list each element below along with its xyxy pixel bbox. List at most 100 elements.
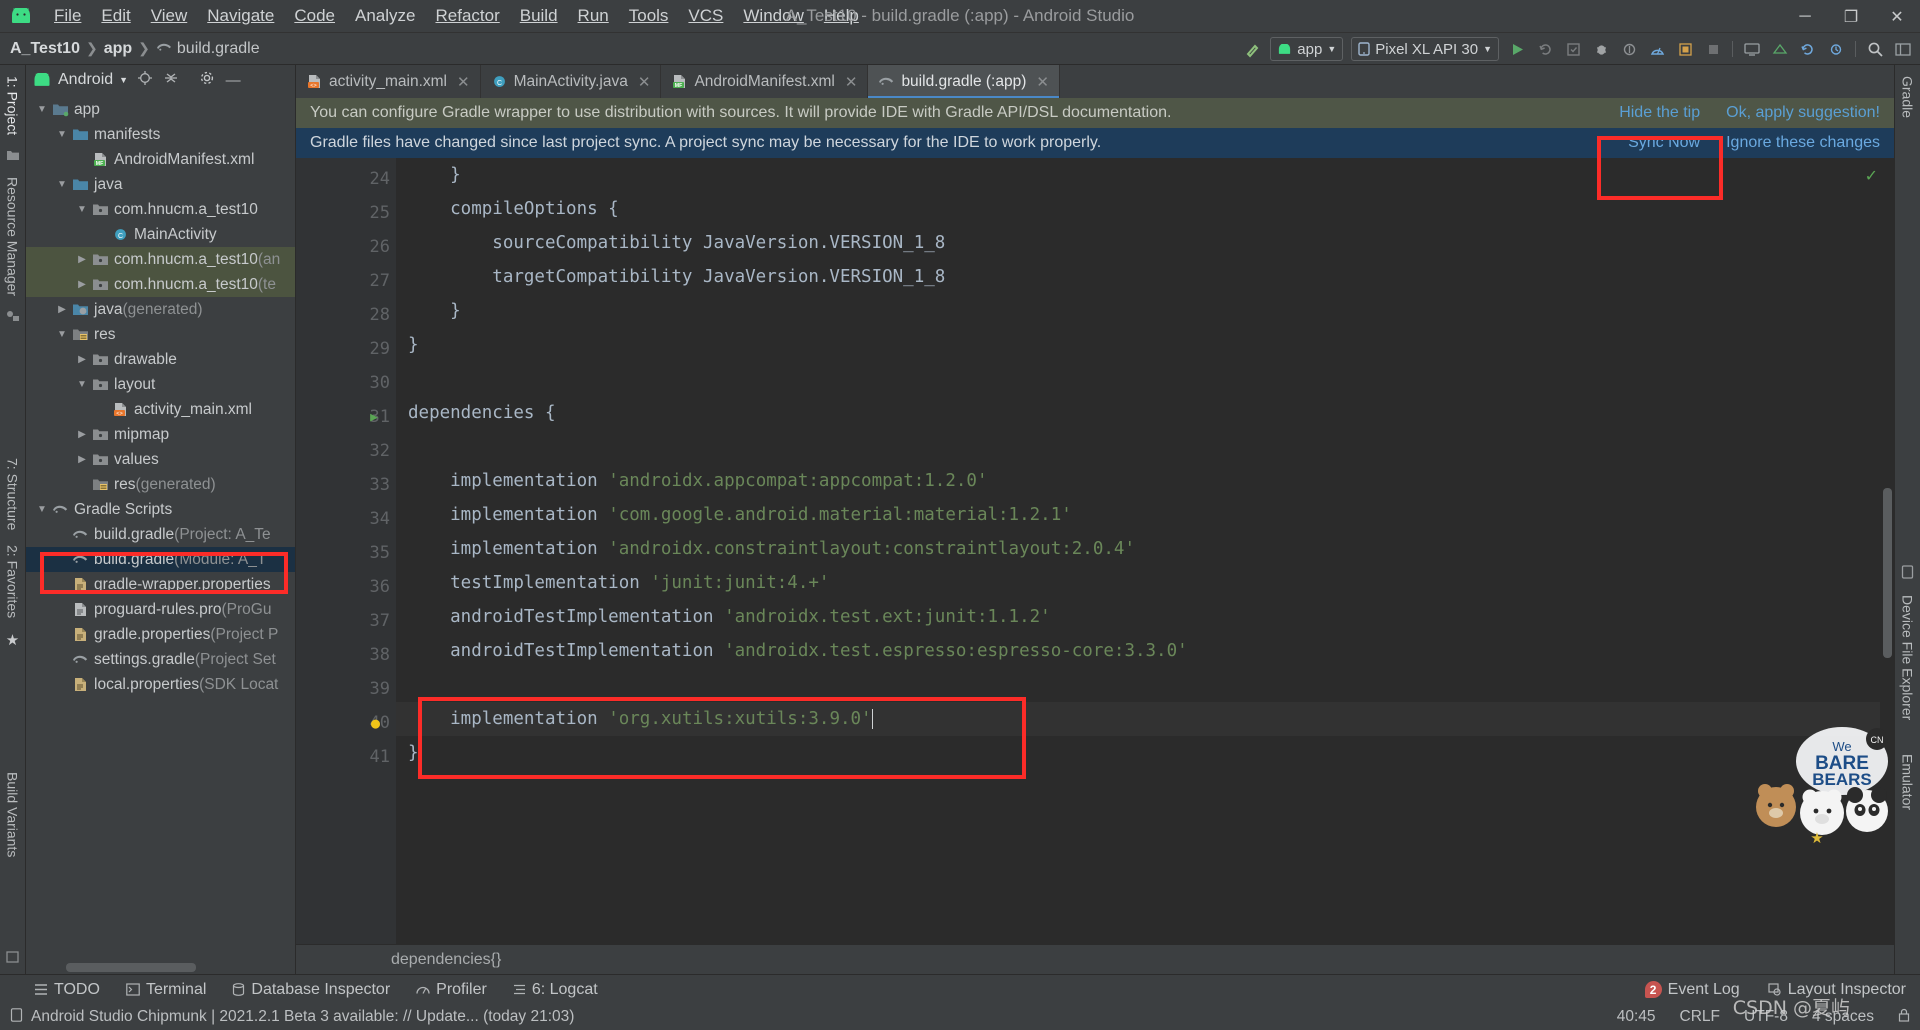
chevron-down-icon[interactable]: ▼ [74,379,90,390]
breadcrumb-project[interactable]: A_Test10 [10,40,80,58]
code-line[interactable]: compileOptions { [396,192,1880,226]
chevron-down-icon[interactable]: ▼ [74,204,90,215]
code-line[interactable]: } [396,158,1880,192]
menu-item-window[interactable]: Window [733,3,813,29]
tree-row-com-hnucm-a-test10[interactable]: ▶ com.hnucm.a_test10 (an [26,247,295,272]
close-tab-icon[interactable]: ✕ [845,73,858,91]
tree-row-app[interactable]: ▼ app [26,97,295,122]
editor-tab-androidmanifest-xml[interactable]: MF AndroidManifest.xml ✕ [661,65,869,98]
chevron-right-icon[interactable]: ▶ [74,254,90,265]
code-line[interactable] [396,668,1880,702]
collapse-all-icon[interactable] [162,70,180,90]
gradle-sync-alt-icon[interactable] [1823,36,1849,62]
code-line[interactable]: implementation 'androidx.constraintlayou… [396,532,1880,566]
close-tab-icon[interactable]: ✕ [457,73,470,91]
sync-gradle-icon[interactable] [1795,36,1821,62]
menu-item-vcs[interactable]: VCS [678,3,733,29]
code-line[interactable]: } [396,328,1880,362]
ignore-changes-link[interactable]: Ignore these changes [1726,134,1880,152]
sidebar-tab-favorites[interactable]: 2: Favorites [2,538,24,625]
sidebar-tab-resource-manager[interactable]: Resource Manager [2,170,24,303]
tree-row-settings-gradle[interactable]: settings.gradle (Project Set [26,647,295,672]
tree-row-drawable[interactable]: ▶ drawable [26,347,295,372]
debug-icon[interactable] [1588,36,1614,62]
menu-item-code[interactable]: Code [284,3,345,29]
avd-manager-icon[interactable] [1739,36,1765,62]
status-message[interactable]: Android Studio Chipmunk | 2021.2.1 Beta … [31,1008,574,1026]
build-variants-icon[interactable] [6,950,19,966]
build-hammer-icon[interactable] [1239,36,1265,62]
chevron-down-icon[interactable]: ▼ [54,179,70,190]
tree-row-values[interactable]: ▶ values [26,447,295,472]
editor-tab-build-gradle-app-[interactable]: build.gradle (:app) ✕ [868,65,1060,98]
locate-file-icon[interactable] [136,70,154,90]
code-line[interactable] [396,362,1880,396]
menu-item-analyze[interactable]: Analyze [345,3,425,29]
breadcrumb-file[interactable]: build.gradle [156,40,260,58]
toolwindow-logcat[interactable]: 6: Logcat [513,981,598,999]
code-line[interactable]: androidTestImplementation 'androidx.test… [396,600,1880,634]
toolwindow-terminal[interactable]: Terminal [126,981,206,999]
tree-row-local-properties[interactable]: local.properties (SDK Locat [26,672,295,697]
code-line[interactable]: androidTestImplementation 'androidx.test… [396,634,1880,668]
tree-row-java[interactable]: ▶ java (generated) [26,297,295,322]
apply-suggestion-link[interactable]: Ok, apply suggestion! [1726,104,1880,122]
lock-icon[interactable] [1898,1008,1910,1027]
close-tab-icon[interactable]: ✕ [1036,73,1049,91]
sidebar-tab-gradle[interactable]: Gradle [1897,69,1919,125]
chevron-right-icon[interactable]: ▶ [74,279,90,290]
editor-tab-activity-main-xml[interactable]: <> activity_main.xml ✕ [296,65,481,98]
tree-row-com-hnucm-a-test10[interactable]: ▼ com.hnucm.a_test10 [26,197,295,222]
editor-tab-mainactivity-java[interactable]: C MainActivity.java ✕ [481,65,662,98]
star-icon[interactable]: ★ [6,631,19,649]
line-separator[interactable]: CRLF [1680,1008,1720,1026]
profiler-icon[interactable] [1644,36,1670,62]
settings-gear-icon[interactable] [198,70,216,90]
code-line[interactable]: } [396,736,1880,770]
toolwindow-profiler[interactable]: Profiler [416,981,487,999]
run-gutter-icon[interactable]: ▶ [370,410,378,425]
project-tree-hscrollbar[interactable] [66,963,196,972]
line-number-gutter[interactable]: 24⊖25⊖ 26 27 28⊖29⊖ 30 31⊖▶ 32 33 34 35 36 37 38 39 40… [296,158,414,944]
code-line[interactable]: } [396,294,1880,328]
folder-strip-icon[interactable] [6,148,20,164]
editor-scrollbar-thumb[interactable] [1883,488,1892,658]
toolwindow-database-inspector[interactable]: Database Inspector [232,981,390,999]
code-line[interactable]: testImplementation 'junit:junit:4.+' [396,566,1880,600]
run-icon[interactable] [1504,36,1530,62]
tree-row-res[interactable]: res (generated) [26,472,295,497]
caret-position[interactable]: 40:45 [1617,1008,1656,1026]
close-tab-icon[interactable]: ✕ [638,73,651,91]
menu-item-refactor[interactable]: Refactor [425,3,509,29]
device-explorer-icon[interactable] [1901,565,1914,582]
intention-bulb-icon[interactable]: ● [371,714,380,732]
breadcrumb-module[interactable]: app [104,40,132,58]
menu-item-run[interactable]: Run [568,3,619,29]
tree-row-mipmap[interactable]: ▶ mipmap [26,422,295,447]
sdk-manager-icon[interactable] [1767,36,1793,62]
chevron-right-icon[interactable]: ▶ [54,304,70,315]
chevron-down-icon[interactable]: ▼ [34,504,50,515]
tree-row-com-hnucm-a-test10[interactable]: ▶ com.hnucm.a_test10 (te [26,272,295,297]
sidebar-tab-device-explorer[interactable]: Device File Explorer [1897,588,1919,727]
code-line[interactable]: targetCompatibility JavaVersion.VERSION_… [396,260,1880,294]
code-line[interactable]: implementation 'org.xutils:xutils:3.9.0' [396,702,1880,736]
tree-row-gradle-scripts[interactable]: ▼ Gradle Scripts [26,497,295,522]
tree-row-res[interactable]: ▼ res [26,322,295,347]
sync-now-link[interactable]: Sync Now [1628,134,1700,152]
tree-row-build-gradle[interactable]: build.gradle (Module: A_T [26,547,295,572]
tree-row-layout[interactable]: ▼ layout [26,372,295,397]
stop-icon[interactable] [1700,36,1726,62]
code-line[interactable]: implementation 'androidx.appcompat:appco… [396,464,1880,498]
project-view-selector[interactable]: Android ▼ [32,71,128,89]
tree-row-proguard-rules-pro[interactable]: proguard-rules.pro (ProGu [26,597,295,622]
tree-row-mainactivity[interactable]: C MainActivity [26,222,295,247]
code-line[interactable] [396,430,1880,464]
code-line[interactable]: implementation 'com.google.android.mater… [396,498,1880,532]
apply-changes-icon[interactable] [1560,36,1586,62]
tree-row-manifests[interactable]: ▼ manifests [26,122,295,147]
sidebar-tab-project[interactable]: 1: Project [2,69,24,142]
run-configuration-combo[interactable]: app ▼ [1270,37,1344,61]
chevron-down-icon[interactable]: ▼ [54,129,70,140]
menu-item-navigate[interactable]: Navigate [197,3,284,29]
